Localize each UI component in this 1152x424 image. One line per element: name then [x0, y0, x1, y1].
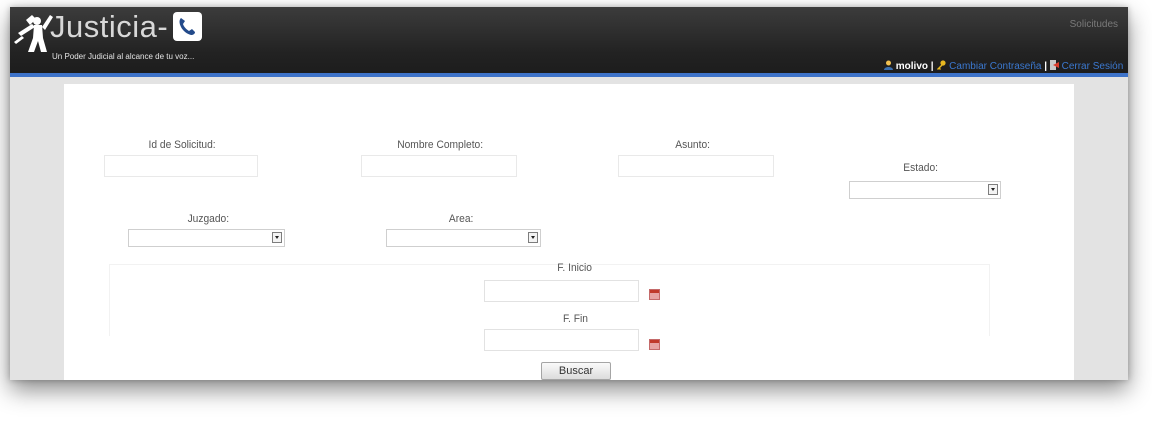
separator: |: [1044, 61, 1048, 72]
juzgado-select[interactable]: [128, 229, 285, 247]
area-select[interactable]: [386, 229, 541, 247]
calendar-icon[interactable]: [649, 339, 660, 350]
chevron-down-icon: [528, 232, 538, 243]
area-label: Area:: [448, 213, 474, 225]
chevron-down-icon: [988, 184, 998, 195]
nav-solicitudes-link[interactable]: Solicitudes: [1070, 19, 1118, 30]
estado-label: Estado:: [903, 162, 939, 174]
key-icon: [937, 60, 946, 70]
buscar-button[interactable]: Buscar: [541, 362, 611, 380]
asunto-label: Asunto:: [675, 139, 711, 151]
divider: [989, 264, 990, 336]
id-solicitud-label: Id de Solicitud:: [148, 139, 216, 151]
logout-icon: [1049, 60, 1059, 70]
divider: [109, 264, 989, 265]
logo-tagline: Un Poder Judicial al alcance de tu voz..…: [52, 52, 195, 61]
fecha-inicio-input[interactable]: [484, 280, 639, 302]
top-header: Justicia- Un Poder Judicial al alcance d…: [10, 7, 1128, 73]
fecha-fin-label: F. Fin: [562, 313, 588, 325]
nombre-completo-input[interactable]: [361, 155, 517, 177]
separator: |: [930, 61, 934, 72]
username: molivo: [895, 61, 929, 72]
asunto-input[interactable]: [618, 155, 774, 177]
nombre-completo-label: Nombre Completo:: [397, 139, 484, 151]
id-solicitud-input[interactable]: [104, 155, 258, 177]
juzgado-label: Juzgado:: [187, 213, 230, 225]
search-panel: Id de Solicitud: Nombre Completo: Asunto…: [64, 84, 1074, 380]
fecha-inicio-label: F. Inicio: [557, 262, 592, 274]
chevron-down-icon: [272, 232, 282, 243]
user-icon: [884, 60, 893, 70]
user-area: molivo | Cambiar Contraseña | Cerrar Ses…: [884, 60, 1123, 72]
change-password-link[interactable]: Cambiar Contraseña: [949, 61, 1041, 72]
phone-icon: [173, 12, 202, 41]
estado-select[interactable]: [849, 181, 1001, 199]
calendar-icon[interactable]: [649, 289, 660, 300]
divider: [109, 264, 110, 336]
browser-frame: Justicia- Un Poder Judicial al alcance d…: [10, 7, 1128, 380]
logo-title: Justicia-: [50, 9, 169, 44]
logout-link[interactable]: Cerrar Sesión: [1062, 61, 1124, 72]
header-accent-line: [10, 73, 1128, 77]
fecha-fin-input[interactable]: [484, 329, 639, 351]
